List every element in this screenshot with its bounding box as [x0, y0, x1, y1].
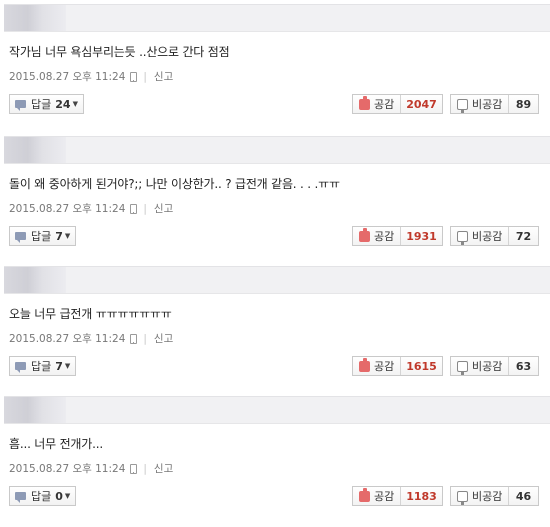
comment-item: 돌이 왜 중아하게 된거야?;; 나만 이상한가.. ? 급전개 같음. . .…: [0, 136, 550, 266]
speech-bubble-icon: [15, 232, 26, 243]
comment-header: [4, 136, 550, 164]
dislike-label: 비공감: [472, 360, 503, 373]
dislike-label: 비공감: [472, 98, 503, 111]
report-link[interactable]: 신고: [154, 331, 173, 346]
dislike-count: 89: [515, 97, 532, 111]
comment-item: 오늘 너무 급전개 ㅠㅠㅠㅠㅠㅠㅠ 2015.08.27 오후 11:24 | …: [0, 266, 550, 396]
reply-label: 답글: [31, 360, 52, 373]
thumbs-down-icon: [457, 360, 468, 375]
author-name-blurred: [4, 267, 66, 293]
dislike-label: 비공감: [472, 230, 503, 243]
thumbs-up-icon: [359, 95, 370, 110]
dislike-count: 72: [515, 229, 532, 243]
thumbs-down-icon: [457, 98, 468, 113]
dislike-label-wrap: 비공감: [451, 95, 509, 113]
comment-meta: 2015.08.27 오후 11:24 | 신고: [9, 201, 173, 216]
like-label-wrap: 공감: [353, 487, 401, 505]
like-button[interactable]: 공감 2047: [352, 94, 443, 114]
mobile-phone-icon: [130, 71, 138, 82]
comment-meta: 2015.08.27 오후 11:24 | 신고: [9, 461, 173, 476]
reply-count: 24: [55, 97, 71, 111]
like-label: 공감: [374, 230, 395, 243]
reply-button[interactable]: 답글 7 ▼: [9, 226, 77, 246]
caret-down-icon: ▼: [72, 100, 78, 108]
mobile-phone-icon: [130, 203, 138, 214]
dislike-button[interactable]: 비공감 63: [450, 356, 539, 376]
like-label-wrap: 공감: [353, 357, 401, 375]
thumbs-up-icon: [359, 227, 370, 242]
thumbs-down-icon: [457, 230, 468, 245]
comment-date: 2015.08.27 오후 11:24: [9, 333, 126, 345]
comment-header: [4, 4, 550, 32]
reply-count: 7: [55, 229, 63, 243]
comment-text: 돌이 왜 중아하게 된거야?;; 나만 이상한가.. ? 급전개 같음. . .…: [9, 177, 340, 191]
like-count: 1931: [406, 229, 437, 243]
report-link[interactable]: 신고: [154, 69, 173, 84]
comment-header: [4, 266, 550, 294]
speech-bubble-icon: [15, 100, 26, 111]
like-label-wrap: 공감: [353, 227, 401, 245]
comment-date: 2015.08.27 오후 11:24: [9, 203, 126, 215]
report-link[interactable]: 신고: [154, 461, 173, 476]
comment-date: 2015.08.27 오후 11:24: [9, 71, 126, 83]
meta-separator: |: [143, 70, 147, 83]
like-count: 1615: [406, 359, 437, 373]
thumbs-up-icon: [359, 487, 370, 502]
dislike-label-wrap: 비공감: [451, 357, 509, 375]
like-count: 2047: [406, 97, 437, 111]
comment-item: 흠... 너무 전개가... 2015.08.27 오후 11:24 | 신고 …: [0, 396, 550, 526]
comment-header: [4, 396, 550, 424]
reply-button[interactable]: 답글 24 ▼: [9, 94, 84, 114]
comment-meta: 2015.08.27 오후 11:24 | 신고: [9, 331, 173, 346]
thumbs-up-icon: [359, 357, 370, 372]
author-name-blurred: [4, 137, 66, 163]
speech-bubble-icon: [15, 362, 26, 373]
author-name-blurred: [4, 5, 66, 31]
comment-date: 2015.08.27 오후 11:24: [9, 463, 126, 475]
mobile-phone-icon: [130, 333, 138, 344]
like-count: 1183: [406, 489, 437, 503]
dislike-count: 46: [515, 489, 532, 503]
dislike-label-wrap: 비공감: [451, 227, 509, 245]
dislike-button[interactable]: 비공감 89: [450, 94, 539, 114]
caret-down-icon: ▼: [64, 362, 71, 370]
like-label: 공감: [374, 490, 395, 503]
like-button[interactable]: 공감 1183: [352, 486, 443, 506]
meta-separator: |: [143, 332, 147, 345]
like-button[interactable]: 공감 1931: [352, 226, 443, 246]
reply-count: 0: [55, 489, 63, 503]
comment-text: 흠... 너무 전개가...: [9, 437, 103, 451]
reply-label: 답글: [31, 230, 52, 243]
speech-bubble-icon: [15, 492, 26, 503]
mobile-phone-icon: [130, 463, 138, 474]
reply-count: 7: [55, 359, 63, 373]
comment-text: 오늘 너무 급전개 ㅠㅠㅠㅠㅠㅠㅠ: [9, 307, 172, 321]
dislike-count: 63: [515, 359, 532, 373]
reply-label: 답글: [31, 490, 52, 503]
dislike-button[interactable]: 비공감 46: [450, 486, 539, 506]
like-label: 공감: [374, 98, 395, 111]
comment-item: 작가님 너무 욕심부리는듯 ..산으로 간다 점점 2015.08.27 오후 …: [0, 4, 550, 134]
reply-label: 답글: [31, 98, 52, 111]
caret-down-icon: ▼: [64, 232, 71, 240]
like-label-wrap: 공감: [353, 95, 401, 113]
reply-button[interactable]: 답글 0 ▼: [9, 486, 77, 506]
dislike-label-wrap: 비공감: [451, 487, 509, 505]
dislike-button[interactable]: 비공감 72: [450, 226, 539, 246]
like-button[interactable]: 공감 1615: [352, 356, 443, 376]
comment-text: 작가님 너무 욕심부리는듯 ..산으로 간다 점점: [9, 45, 230, 59]
thumbs-down-icon: [457, 490, 468, 505]
author-name-blurred: [4, 397, 66, 423]
reply-button[interactable]: 답글 7 ▼: [9, 356, 77, 376]
caret-down-icon: ▼: [64, 492, 71, 500]
meta-separator: |: [143, 462, 147, 475]
comment-meta: 2015.08.27 오후 11:24 | 신고: [9, 69, 173, 84]
meta-separator: |: [143, 202, 147, 215]
dislike-label: 비공감: [472, 490, 503, 503]
report-link[interactable]: 신고: [154, 201, 173, 216]
like-label: 공감: [374, 360, 395, 373]
